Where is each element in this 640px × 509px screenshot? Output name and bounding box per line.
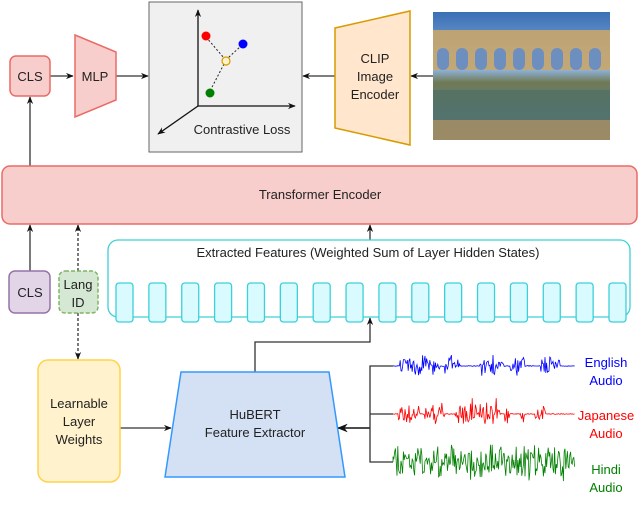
svg-text:HuBERT: HuBERT (229, 407, 280, 422)
feature-token (312, 282, 331, 323)
svg-text:ID: ID (72, 295, 85, 310)
learnable-layer-weights: Learnable Layer Weights (37, 359, 121, 483)
feature-token (476, 282, 496, 323)
svg-text:Audio: Audio (589, 480, 622, 495)
feature-token (213, 282, 233, 323)
cls-token-input: CLS (8, 270, 51, 314)
red-embedding-point (201, 31, 211, 41)
feature-token (279, 282, 298, 323)
hubert-feature-extractor: HuBERT Feature Extractor (164, 371, 346, 478)
feature-token (575, 282, 594, 323)
svg-text:Weights: Weights (56, 432, 103, 447)
transformer-encoder: Transformer Encoder (1, 165, 638, 225)
english-waveform (392, 354, 575, 376)
hindi-waveform (392, 444, 575, 482)
svg-text:Layer: Layer (63, 414, 96, 429)
svg-text:Extracted Features (Weighted S: Extracted Features (Weighted Sum of Laye… (197, 245, 540, 260)
audio-japanese: Japanese Audio (578, 408, 634, 441)
audio-hindi: Hindi Audio (589, 462, 622, 495)
svg-text:CLIP: CLIP (361, 51, 390, 66)
svg-text:Hindi: Hindi (591, 462, 621, 477)
japanese-waveform (392, 398, 575, 424)
svg-text:Transformer Encoder: Transformer Encoder (259, 187, 382, 202)
mlp-block: MLP (74, 33, 117, 119)
svg-text:Contrastive Loss: Contrastive Loss (194, 122, 291, 137)
feature-token (148, 282, 167, 323)
cls-token-output: CLS (9, 55, 51, 97)
feature-token (509, 282, 529, 323)
extracted-features: Extracted Features (Weighted Sum of Laye… (107, 239, 631, 323)
svg-text:CLS: CLS (17, 69, 43, 84)
feature-token (345, 282, 364, 323)
svg-text:CLS: CLS (17, 285, 43, 300)
feature-token (411, 282, 430, 323)
svg-text:Audio: Audio (589, 373, 622, 388)
feature-token (542, 282, 561, 323)
svg-text:English: English (585, 355, 628, 370)
blue-embedding-point (238, 39, 248, 49)
anchor-embedding-point (221, 56, 231, 66)
svg-text:Audio: Audio (589, 426, 622, 441)
contrastive-loss-panel: Contrastive Loss (148, 1, 303, 153)
feature-token (181, 282, 200, 323)
svg-text:Lang: Lang (64, 277, 93, 292)
architecture-diagram: CLS MLP Contrastive Loss CLIP Image Enco… (1, 1, 638, 495)
clip-image-encoder: CLIP Image Encoder (334, 10, 411, 146)
svg-text:Image: Image (357, 69, 393, 84)
feature-token (608, 282, 627, 323)
svg-text:Feature Extractor: Feature Extractor (205, 425, 306, 440)
aqueduct-photo (433, 12, 610, 140)
svg-text:MLP: MLP (82, 69, 109, 84)
svg-text:Encoder: Encoder (351, 87, 400, 102)
feature-token (246, 282, 266, 323)
green-embedding-point (205, 88, 215, 98)
feature-token (378, 282, 397, 323)
audio-english: English Audio (585, 355, 628, 388)
feature-token (115, 282, 134, 323)
svg-text:Learnable: Learnable (50, 396, 108, 411)
feature-token (444, 282, 463, 323)
lang-id-token: Lang ID (58, 270, 99, 314)
svg-text:Japanese: Japanese (578, 408, 634, 423)
